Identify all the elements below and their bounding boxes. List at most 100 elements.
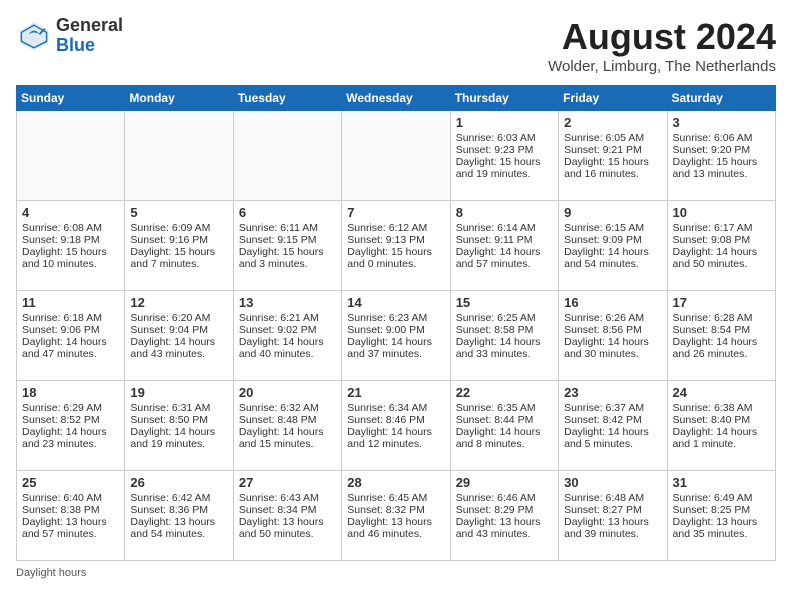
page-header: General Blue August 2024 Wolder, Limburg… <box>16 16 776 75</box>
daylight-text: Daylight: 14 hours and 47 minutes. <box>22 336 119 360</box>
sunrise-text: Sunrise: 6:18 AM <box>22 312 119 324</box>
sunset-text: Sunset: 9:16 PM <box>130 234 227 246</box>
daylight-text: Daylight: 14 hours and 37 minutes. <box>347 336 444 360</box>
logo-icon <box>16 18 52 54</box>
sunset-text: Sunset: 8:34 PM <box>239 504 336 516</box>
daylight-text: Daylight: 13 hours and 35 minutes. <box>673 516 770 540</box>
daylight-text: Daylight: 14 hours and 40 minutes. <box>239 336 336 360</box>
calendar-cell: 4Sunrise: 6:08 AMSunset: 9:18 PMDaylight… <box>17 201 125 291</box>
logo-general-text: General <box>56 15 123 35</box>
calendar-cell: 26Sunrise: 6:42 AMSunset: 8:36 PMDayligh… <box>125 471 233 561</box>
daylight-text: Daylight: 15 hours and 16 minutes. <box>564 156 661 180</box>
calendar-cell: 18Sunrise: 6:29 AMSunset: 8:52 PMDayligh… <box>17 381 125 471</box>
logo-text: General Blue <box>56 16 123 56</box>
day-number: 25 <box>22 475 119 490</box>
column-header-friday: Friday <box>559 86 667 111</box>
sunset-text: Sunset: 9:04 PM <box>130 324 227 336</box>
column-header-wednesday: Wednesday <box>342 86 450 111</box>
sunset-text: Sunset: 9:20 PM <box>673 144 770 156</box>
sunset-text: Sunset: 8:42 PM <box>564 414 661 426</box>
sunrise-text: Sunrise: 6:05 AM <box>564 132 661 144</box>
sunset-text: Sunset: 9:06 PM <box>22 324 119 336</box>
calendar-table: SundayMondayTuesdayWednesdayThursdayFrid… <box>16 85 776 561</box>
sunset-text: Sunset: 8:32 PM <box>347 504 444 516</box>
column-header-tuesday: Tuesday <box>233 86 341 111</box>
calendar-cell: 13Sunrise: 6:21 AMSunset: 9:02 PMDayligh… <box>233 291 341 381</box>
daylight-text: Daylight: 14 hours and 5 minutes. <box>564 426 661 450</box>
day-number: 8 <box>456 205 553 220</box>
calendar-cell <box>17 111 125 201</box>
week-row-2: 4Sunrise: 6:08 AMSunset: 9:18 PMDaylight… <box>17 201 776 291</box>
day-number: 20 <box>239 385 336 400</box>
day-number: 28 <box>347 475 444 490</box>
calendar-cell: 14Sunrise: 6:23 AMSunset: 9:00 PMDayligh… <box>342 291 450 381</box>
calendar-cell: 25Sunrise: 6:40 AMSunset: 8:38 PMDayligh… <box>17 471 125 561</box>
sunrise-text: Sunrise: 6:14 AM <box>456 222 553 234</box>
logo: General Blue <box>16 16 123 56</box>
day-number: 31 <box>673 475 770 490</box>
calendar-cell <box>233 111 341 201</box>
daylight-text: Daylight: 14 hours and 26 minutes. <box>673 336 770 360</box>
daylight-text: Daylight: 15 hours and 3 minutes. <box>239 246 336 270</box>
header-row: SundayMondayTuesdayWednesdayThursdayFrid… <box>17 86 776 111</box>
calendar-cell: 16Sunrise: 6:26 AMSunset: 8:56 PMDayligh… <box>559 291 667 381</box>
calendar-cell: 7Sunrise: 6:12 AMSunset: 9:13 PMDaylight… <box>342 201 450 291</box>
sunset-text: Sunset: 9:02 PM <box>239 324 336 336</box>
day-number: 11 <box>22 295 119 310</box>
sunset-text: Sunset: 8:48 PM <box>239 414 336 426</box>
sunrise-text: Sunrise: 6:37 AM <box>564 402 661 414</box>
daylight-text: Daylight: 13 hours and 43 minutes. <box>456 516 553 540</box>
sunset-text: Sunset: 9:08 PM <box>673 234 770 246</box>
calendar-cell: 24Sunrise: 6:38 AMSunset: 8:40 PMDayligh… <box>667 381 775 471</box>
day-number: 1 <box>456 115 553 130</box>
calendar-cell <box>125 111 233 201</box>
calendar-cell: 3Sunrise: 6:06 AMSunset: 9:20 PMDaylight… <box>667 111 775 201</box>
day-number: 14 <box>347 295 444 310</box>
sunrise-text: Sunrise: 6:03 AM <box>456 132 553 144</box>
column-header-saturday: Saturday <box>667 86 775 111</box>
sunset-text: Sunset: 8:25 PM <box>673 504 770 516</box>
footer-note: Daylight hours <box>16 567 776 579</box>
sunset-text: Sunset: 9:00 PM <box>347 324 444 336</box>
sunrise-text: Sunrise: 6:11 AM <box>239 222 336 234</box>
day-number: 2 <box>564 115 661 130</box>
daylight-text: Daylight: 15 hours and 0 minutes. <box>347 246 444 270</box>
sunset-text: Sunset: 8:56 PM <box>564 324 661 336</box>
sunrise-text: Sunrise: 6:28 AM <box>673 312 770 324</box>
daylight-text: Daylight: 15 hours and 19 minutes. <box>456 156 553 180</box>
daylight-text: Daylight: 14 hours and 57 minutes. <box>456 246 553 270</box>
day-number: 19 <box>130 385 227 400</box>
daylight-text: Daylight: 14 hours and 12 minutes. <box>347 426 444 450</box>
sunset-text: Sunset: 8:36 PM <box>130 504 227 516</box>
calendar-cell: 30Sunrise: 6:48 AMSunset: 8:27 PMDayligh… <box>559 471 667 561</box>
sunrise-text: Sunrise: 6:29 AM <box>22 402 119 414</box>
sunset-text: Sunset: 8:38 PM <box>22 504 119 516</box>
calendar-cell: 5Sunrise: 6:09 AMSunset: 9:16 PMDaylight… <box>125 201 233 291</box>
location: Wolder, Limburg, The Netherlands <box>548 58 776 75</box>
sunrise-text: Sunrise: 6:25 AM <box>456 312 553 324</box>
sunrise-text: Sunrise: 6:35 AM <box>456 402 553 414</box>
day-number: 12 <box>130 295 227 310</box>
day-number: 27 <box>239 475 336 490</box>
calendar-cell: 20Sunrise: 6:32 AMSunset: 8:48 PMDayligh… <box>233 381 341 471</box>
sunset-text: Sunset: 9:09 PM <box>564 234 661 246</box>
calendar-cell: 8Sunrise: 6:14 AMSunset: 9:11 PMDaylight… <box>450 201 558 291</box>
column-header-sunday: Sunday <box>17 86 125 111</box>
day-number: 21 <box>347 385 444 400</box>
sunset-text: Sunset: 9:13 PM <box>347 234 444 246</box>
calendar-cell: 17Sunrise: 6:28 AMSunset: 8:54 PMDayligh… <box>667 291 775 381</box>
sunrise-text: Sunrise: 6:43 AM <box>239 492 336 504</box>
sunrise-text: Sunrise: 6:17 AM <box>673 222 770 234</box>
month-title: August 2024 <box>548 16 776 58</box>
calendar-cell: 12Sunrise: 6:20 AMSunset: 9:04 PMDayligh… <box>125 291 233 381</box>
calendar-cell: 22Sunrise: 6:35 AMSunset: 8:44 PMDayligh… <box>450 381 558 471</box>
sunrise-text: Sunrise: 6:20 AM <box>130 312 227 324</box>
calendar-cell: 23Sunrise: 6:37 AMSunset: 8:42 PMDayligh… <box>559 381 667 471</box>
day-number: 17 <box>673 295 770 310</box>
calendar-cell: 15Sunrise: 6:25 AMSunset: 8:58 PMDayligh… <box>450 291 558 381</box>
calendar-cell: 19Sunrise: 6:31 AMSunset: 8:50 PMDayligh… <box>125 381 233 471</box>
calendar-cell: 31Sunrise: 6:49 AMSunset: 8:25 PMDayligh… <box>667 471 775 561</box>
daylight-text: Daylight: 13 hours and 39 minutes. <box>564 516 661 540</box>
daylight-text: Daylight: 15 hours and 7 minutes. <box>130 246 227 270</box>
sunrise-text: Sunrise: 6:21 AM <box>239 312 336 324</box>
